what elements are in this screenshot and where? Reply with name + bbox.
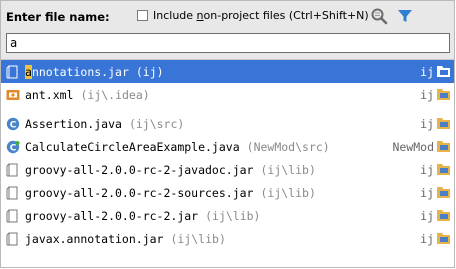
item-path: (ij\lib) — [170, 231, 226, 246]
jar-icon — [6, 186, 18, 199]
jar-icon — [6, 232, 18, 245]
goto-file-popup: Enter file name: Include non-project fil… — [0, 0, 455, 268]
item-path: (ij\lib) — [260, 185, 316, 200]
svg-text:C: C — [10, 143, 17, 153]
item-path: (ij\lib) — [205, 208, 261, 223]
item-module: NewMod — [392, 140, 434, 154]
list-item[interactable]: groovy-all-2.0.0-rc-2-javadoc.jar (ij\li… — [1, 158, 454, 181]
item-module: ij — [420, 163, 434, 177]
item-path: (NewMod\src) — [246, 139, 330, 154]
list-item[interactable]: javax.annotation.jar (ij\lib) ij — [1, 227, 454, 250]
checkbox-box[interactable] — [137, 10, 148, 21]
item-path: (ij\.idea) — [80, 87, 150, 102]
item-module: ij — [420, 117, 434, 131]
item-module: ij — [420, 232, 434, 246]
results-list: annotations.jar (ij) ij ant.xml (ij\.ide… — [1, 60, 454, 250]
module-folder-icon — [437, 66, 450, 77]
item-module: ij — [420, 65, 434, 79]
list-item[interactable]: annotations.jar (ij) ij — [1, 60, 454, 83]
module-folder-icon — [437, 164, 450, 175]
popup-title: Enter file name: — [6, 10, 110, 24]
java-class-icon: C — [6, 140, 20, 153]
item-path: (ij) — [135, 64, 164, 79]
jar-icon — [6, 209, 18, 222]
jar-icon — [6, 65, 18, 78]
list-item[interactable]: C CalculateCircleAreaExample.java (NewMo… — [1, 135, 454, 158]
search-everywhere-icon[interactable] — [370, 7, 388, 25]
list-item[interactable]: ant.xml (ij\.idea) ij — [1, 83, 454, 106]
module-folder-icon — [437, 187, 450, 198]
item-path: (ij\lib) — [260, 162, 316, 177]
item-module: ij — [420, 88, 434, 102]
jar-icon — [6, 163, 18, 176]
svg-text:C: C — [10, 120, 17, 130]
module-folder-icon — [437, 89, 450, 100]
module-folder-icon — [437, 141, 450, 152]
module-folder-icon — [437, 118, 450, 129]
file-name-input[interactable] — [6, 33, 450, 53]
item-module: ij — [420, 186, 434, 200]
checkbox-label[interactable]: Include non-project files (Ctrl+Shift+N) — [153, 9, 369, 22]
xml-icon — [6, 89, 20, 100]
list-item[interactable]: groovy-all-2.0.0-rc-2-sources.jar (ij\li… — [1, 181, 454, 204]
java-class-icon: C — [6, 117, 20, 130]
item-module: ij — [420, 209, 434, 223]
list-item[interactable]: groovy-all-2.0.0-rc-2.jar (ij\lib) ij — [1, 204, 454, 227]
item-path: (ij\src) — [128, 116, 185, 131]
include-non-project-checkbox[interactable]: Include non-project files (Ctrl+Shift+N) — [137, 9, 369, 22]
module-folder-icon — [437, 210, 450, 221]
popup-header: Enter file name: Include non-project fil… — [1, 1, 454, 60]
filter-icon[interactable] — [396, 7, 414, 25]
list-item[interactable]: C Assertion.java (ij\src) ij — [1, 112, 454, 135]
module-folder-icon — [437, 233, 450, 244]
